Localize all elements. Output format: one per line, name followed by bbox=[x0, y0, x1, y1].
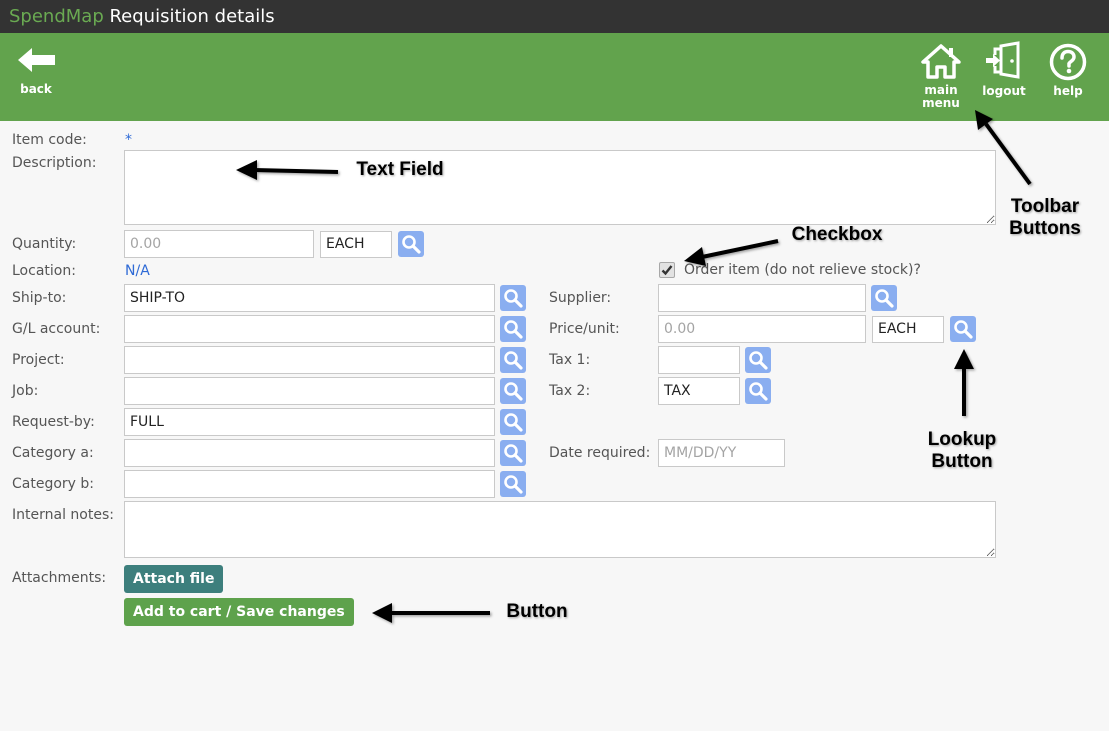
location-value[interactable]: N/A bbox=[125, 263, 150, 279]
ship-to-label: Ship-to: bbox=[12, 290, 67, 306]
tax2-input[interactable]: TAX bbox=[658, 377, 740, 405]
category-b-lookup-button[interactable] bbox=[500, 471, 526, 497]
date-required-label: Date required: bbox=[549, 445, 651, 461]
order-item-label: Order item (do not relieve stock)? bbox=[684, 262, 921, 278]
quantity-input[interactable] bbox=[124, 230, 314, 258]
date-required-input[interactable] bbox=[658, 439, 785, 467]
description-textarea[interactable] bbox=[124, 150, 996, 225]
magnifier-icon bbox=[875, 289, 894, 308]
logout-button[interactable]: logout bbox=[981, 41, 1027, 98]
gl-account-lookup-button[interactable] bbox=[500, 316, 526, 342]
magnifier-icon bbox=[504, 382, 523, 401]
order-item-checkbox[interactable] bbox=[659, 262, 675, 278]
attach-file-button[interactable]: Attach file bbox=[124, 565, 224, 593]
arrow-left-icon bbox=[18, 48, 55, 72]
project-input[interactable] bbox=[124, 346, 495, 374]
help-label: help bbox=[1053, 84, 1083, 98]
magnifier-icon bbox=[749, 382, 768, 401]
supplier-input[interactable] bbox=[658, 284, 866, 312]
magnifier-icon bbox=[504, 413, 523, 432]
magnifier-icon bbox=[504, 444, 523, 463]
toolbar: back main menu logout help bbox=[0, 33, 1109, 121]
supplier-label: Supplier: bbox=[549, 290, 612, 306]
home-icon bbox=[921, 44, 961, 79]
text-field-annotation: Text Field bbox=[356, 159, 444, 180]
logout-label: logout bbox=[982, 84, 1026, 98]
category-b-input[interactable] bbox=[124, 470, 495, 498]
request-by-label: Request-by: bbox=[12, 414, 95, 430]
ship-to-input[interactable]: SHIP-TO bbox=[124, 284, 495, 312]
category-a-lookup-button[interactable] bbox=[500, 440, 526, 466]
quantity-label: Quantity: bbox=[12, 236, 77, 252]
supplier-lookup-button[interactable] bbox=[871, 285, 897, 311]
quantity-unit-field[interactable]: EACH bbox=[320, 231, 392, 258]
lookup-button-annotation: Lookup Button bbox=[927, 429, 997, 472]
button-annotation: Button bbox=[506, 601, 568, 622]
internal-notes-label: Internal notes: bbox=[12, 507, 114, 523]
job-lookup-button[interactable] bbox=[500, 378, 526, 404]
main-menu-button[interactable]: main menu bbox=[918, 43, 964, 110]
price-unit-input[interactable] bbox=[658, 315, 866, 343]
request-by-lookup-button[interactable] bbox=[500, 409, 526, 435]
magnifier-icon bbox=[504, 475, 523, 494]
job-label: Job: bbox=[12, 383, 39, 399]
magnifier-icon bbox=[504, 289, 523, 308]
tax2-lookup-button[interactable] bbox=[745, 378, 771, 404]
checkbox-annotation: Checkbox bbox=[791, 224, 883, 245]
description-label: Description: bbox=[12, 155, 97, 171]
tax1-label: Tax 1: bbox=[549, 352, 591, 368]
location-label: Location: bbox=[12, 263, 76, 279]
magnifier-icon bbox=[954, 320, 973, 339]
magnifier-icon bbox=[402, 235, 421, 254]
price-unit-lookup-button[interactable] bbox=[950, 316, 976, 342]
window-title: Requisition details bbox=[109, 6, 275, 27]
back-label: back bbox=[20, 82, 52, 96]
price-unit-field[interactable]: EACH bbox=[872, 316, 944, 343]
lookup-button-arrow bbox=[954, 349, 974, 416]
back-button[interactable]: back bbox=[14, 45, 58, 96]
ship-to-lookup-button[interactable] bbox=[500, 285, 526, 311]
tax1-input[interactable] bbox=[658, 346, 740, 374]
button-arrow bbox=[372, 603, 490, 623]
category-a-label: Category a: bbox=[12, 445, 94, 461]
help-circle-icon bbox=[1049, 43, 1087, 81]
attachments-label: Attachments: bbox=[12, 570, 107, 586]
job-input[interactable] bbox=[124, 377, 495, 405]
internal-notes-textarea[interactable] bbox=[124, 501, 996, 558]
quantity-unit-lookup-button[interactable] bbox=[398, 231, 424, 257]
magnifier-icon bbox=[749, 351, 768, 370]
help-button[interactable]: help bbox=[1046, 43, 1090, 98]
tax2-label: Tax 2: bbox=[549, 383, 591, 399]
item-code-label: Item code: bbox=[12, 132, 87, 148]
main-menu-label: main menu bbox=[922, 83, 960, 110]
save-button[interactable]: Add to cart / Save changes bbox=[124, 598, 354, 626]
checkmark-icon bbox=[661, 265, 673, 276]
item-code-value[interactable]: * bbox=[125, 132, 132, 148]
gl-account-label: G/L account: bbox=[12, 321, 101, 337]
tax1-lookup-button[interactable] bbox=[745, 347, 771, 373]
brand-logo: SpendMap bbox=[9, 6, 104, 27]
request-by-input[interactable]: FULL bbox=[124, 408, 495, 436]
gl-account-input[interactable] bbox=[124, 315, 495, 343]
category-a-input[interactable] bbox=[124, 439, 495, 467]
magnifier-icon bbox=[504, 320, 523, 339]
magnifier-icon bbox=[504, 351, 523, 370]
category-b-label: Category b: bbox=[12, 476, 95, 492]
project-lookup-button[interactable] bbox=[500, 347, 526, 373]
project-label: Project: bbox=[12, 352, 65, 368]
logout-door-icon bbox=[986, 41, 1020, 79]
toolbar-buttons-annotation: Toolbar Buttons bbox=[1009, 196, 1081, 239]
price-unit-label: Price/unit: bbox=[549, 321, 620, 337]
title-bar: SpendMap Requisition details bbox=[0, 0, 1109, 33]
